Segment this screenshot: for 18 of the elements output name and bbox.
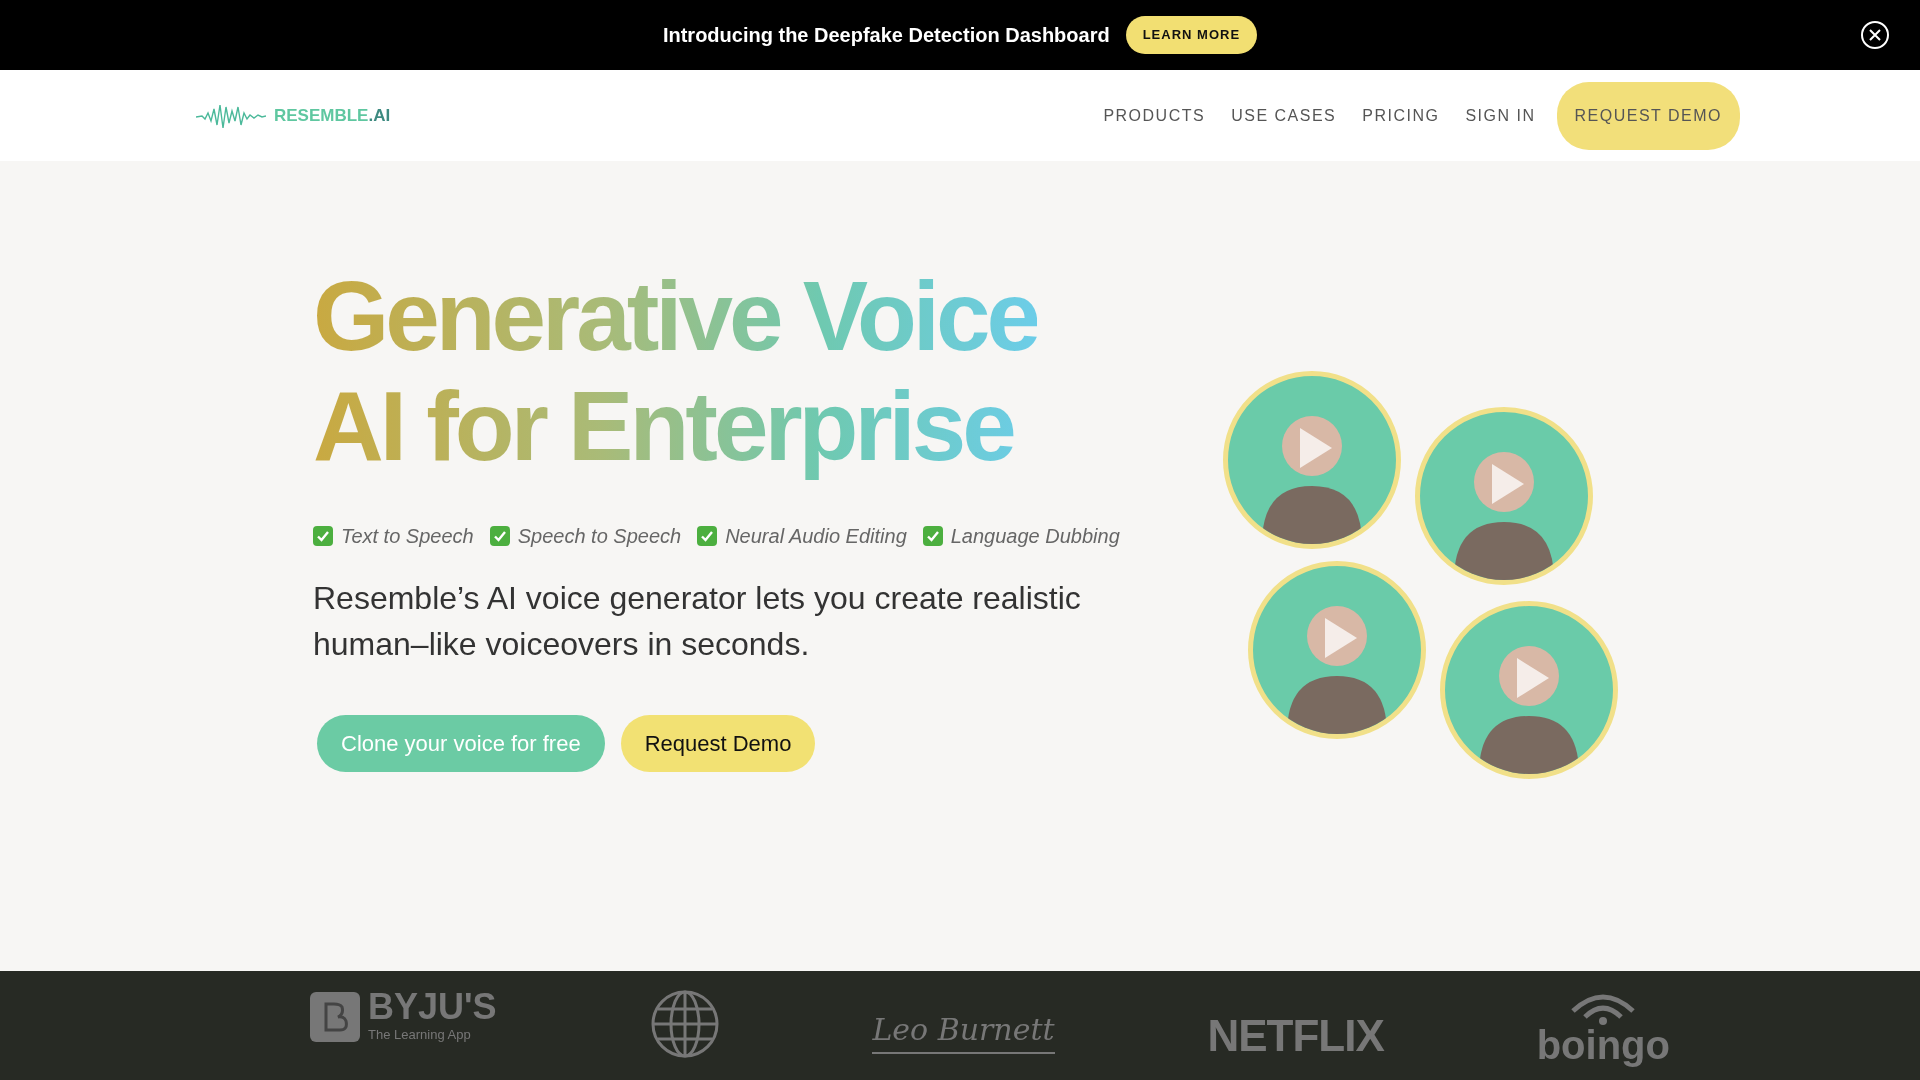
nav-link[interactable]: PRICING bbox=[1349, 103, 1453, 128]
feature-label: Neural Audio Editing bbox=[725, 524, 907, 549]
learn-more-button[interactable]: LEARN MORE bbox=[1125, 16, 1258, 54]
netflix-logo: NETFLIX bbox=[1207, 1010, 1384, 1062]
nav-link[interactable]: USE CASES bbox=[1218, 103, 1350, 128]
boingo-logo: boingo bbox=[1536, 1025, 1670, 1065]
hero-description: Resemble’s AI voice generator lets you create realistic human–like voiceovers in seconds. bbox=[313, 579, 1082, 664]
request-demo-button[interactable]: REQUEST DEMO bbox=[1556, 81, 1740, 150]
feature-label: Text to Speech bbox=[341, 524, 474, 549]
feature-label: Language Dubbing bbox=[950, 524, 1120, 549]
logo-text[interactable]: RESEMBLE.AI bbox=[274, 102, 391, 129]
request-demo-button[interactable]: Request Demo bbox=[620, 715, 816, 772]
banner-text: Introducing the Deepfake Detection Dashboard bbox=[662, 23, 1110, 48]
byjus-logo: BYJU'S The Learning App bbox=[310, 989, 497, 1045]
leo-burnett-logo: Leo Burnett bbox=[872, 1007, 1055, 1054]
feature-label: Speech to Speech bbox=[517, 524, 682, 549]
nav-link[interactable]: SIGN IN bbox=[1452, 103, 1549, 128]
nav-link[interactable]: PRODUCTS bbox=[1090, 103, 1219, 128]
